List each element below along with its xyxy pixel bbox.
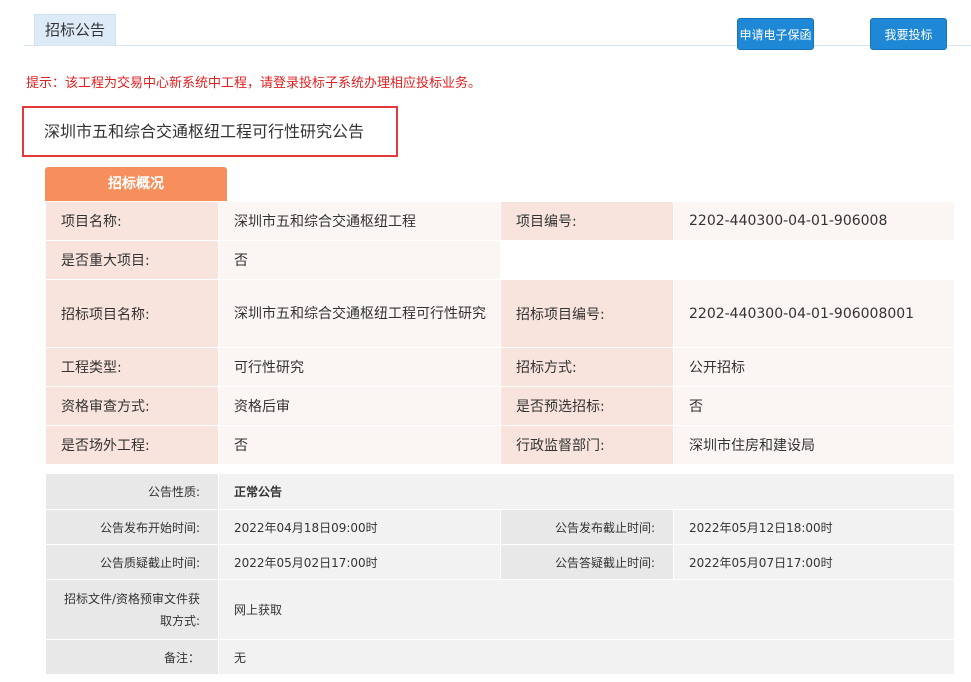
table-row: 公告发布开始时间: 2022年04月18日09:00时 公告发布截止时间: 20…	[45, 509, 955, 545]
notice-text: 提示：该工程为交易中心新系统中工程，请登录投标子系统办理相应投标业务。	[26, 76, 482, 91]
project-no-value: 2202-440300-04-01-906008	[673, 201, 955, 241]
apply-guarantee-button[interactable]: 申请电子保函	[737, 18, 814, 50]
empty-cell	[500, 240, 955, 280]
project-no-label: 项目编号:	[500, 201, 674, 241]
qual-review-label: 资格审查方式:	[45, 386, 219, 426]
docs-method-value: 网上获取	[218, 579, 955, 640]
docs-method-label: 招标文件/资格预审文件获取方式:	[45, 579, 219, 640]
bid-method-label: 招标方式:	[500, 347, 674, 387]
major-project-value: 否	[218, 240, 501, 280]
table-row: 公告质疑截止时间: 2022年05月02日17:00时 公告答疑截止时间: 20…	[45, 544, 955, 580]
bid-button[interactable]: 我要投标	[870, 18, 947, 50]
table-row: 是否重大项目: 否	[45, 240, 955, 280]
project-title: 深圳市五和综合交通枢纽工程可行性研究公告	[22, 106, 398, 157]
tab-divider	[24, 45, 971, 46]
bid-project-name-value: 深圳市五和综合交通枢纽工程可行性研究	[218, 279, 501, 348]
nature-label: 公告性质:	[45, 473, 219, 510]
project-name-value: 深圳市五和综合交通枢纽工程	[218, 201, 501, 241]
project-name-label: 项目名称:	[45, 201, 219, 241]
tab-tender-notice[interactable]: 招标公告	[34, 14, 116, 45]
bid-project-no-value: 2202-440300-04-01-906008001	[673, 279, 955, 348]
answer-deadline-label: 公告答疑截止时间:	[500, 544, 674, 580]
remark-label: 备注：	[45, 639, 219, 675]
start-time-label: 公告发布开始时间:	[45, 509, 219, 545]
table-row: 资格审查方式: 资格后审 是否预选招标: 否	[45, 386, 955, 426]
table-row: 项目名称: 深圳市五和综合交通枢纽工程 项目编号: 2202-440300-04…	[45, 201, 955, 241]
bid-project-no-label: 招标项目编号:	[500, 279, 674, 348]
announcement-table: 公告性质: 正常公告 公告发布开始时间: 2022年04月18日09:00时 公…	[45, 473, 955, 675]
start-time-value: 2022年04月18日09:00时	[218, 509, 501, 545]
nature-value: 正常公告	[218, 473, 955, 510]
answer-deadline-value: 2022年05月07日17:00时	[673, 544, 955, 580]
preselect-label: 是否预选招标:	[500, 386, 674, 426]
offsite-label: 是否场外工程:	[45, 425, 219, 465]
end-time-label: 公告发布截止时间:	[500, 509, 674, 545]
supervisor-value: 深圳市住房和建设局	[673, 425, 955, 465]
major-project-label: 是否重大项目:	[45, 240, 219, 280]
bid-method-value: 公开招标	[673, 347, 955, 387]
overview-table: 项目名称: 深圳市五和综合交通枢纽工程 项目编号: 2202-440300-04…	[45, 201, 955, 465]
table-row: 工程类型: 可行性研究 招标方式: 公开招标	[45, 347, 955, 387]
section-tab-overview: 招标概况	[45, 167, 227, 201]
question-deadline-label: 公告质疑截止时间:	[45, 544, 219, 580]
table-row: 公告性质: 正常公告	[45, 473, 955, 510]
supervisor-label: 行政监督部门:	[500, 425, 674, 465]
table-row: 备注： 无	[45, 639, 955, 675]
preselect-value: 否	[673, 386, 955, 426]
table-row: 招标文件/资格预审文件获取方式: 网上获取	[45, 579, 955, 640]
question-deadline-value: 2022年05月02日17:00时	[218, 544, 501, 580]
bid-project-name-label: 招标项目名称:	[45, 279, 219, 348]
table-row: 招标项目名称: 深圳市五和综合交通枢纽工程可行性研究 招标项目编号: 2202-…	[45, 279, 955, 348]
eng-type-label: 工程类型:	[45, 347, 219, 387]
offsite-value: 否	[218, 425, 501, 465]
eng-type-value: 可行性研究	[218, 347, 501, 387]
end-time-value: 2022年05月12日18:00时	[673, 509, 955, 545]
qual-review-value: 资格后审	[218, 386, 501, 426]
table-row: 是否场外工程: 否 行政监督部门: 深圳市住房和建设局	[45, 425, 955, 465]
remark-value: 无	[218, 639, 955, 675]
